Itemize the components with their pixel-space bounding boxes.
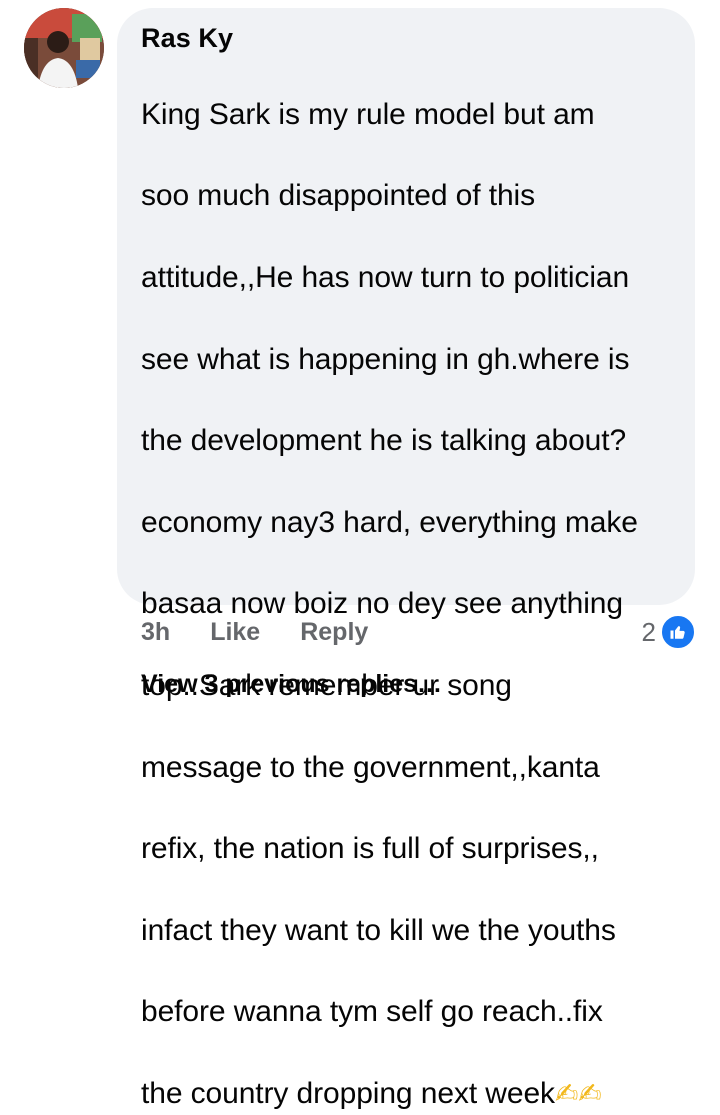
comment-actions: 3h Like Reply — [141, 618, 368, 647]
reaction-summary[interactable]: 2 — [642, 614, 696, 650]
comment-line: refix, the nation is full of surprises,, — [141, 832, 599, 866]
comment-line: basaa now boiz no dey see anything — [141, 587, 623, 621]
comment-line: economy nay3 hard, everything make — [141, 505, 638, 539]
reaction-count: 2 — [641, 616, 656, 647]
comment-line: the country dropping next week — [141, 1076, 555, 1110]
thumbs-up-icon — [660, 614, 696, 650]
comment-line: King Sark is my rule model but am — [141, 97, 595, 131]
like-button[interactable]: Like — [210, 618, 260, 647]
comment-timestamp[interactable]: 3h — [141, 618, 170, 647]
view-previous-replies-link[interactable]: View 3 previous replies… — [141, 670, 442, 699]
writing-hand-emoji-icon: ✍✍ — [554, 1077, 602, 1109]
comment-line: attitude,,He has now turn to politician — [141, 260, 630, 294]
comment-bubble: Ras Ky King Sark is my rule model but am… — [117, 8, 695, 1110]
comment-text: King Sark is my rule model but am soo mu… — [141, 54, 675, 1115]
comment-author[interactable]: Ras Ky — [141, 22, 675, 54]
comment-line: message to the government,,kanta — [141, 750, 600, 784]
reply-button[interactable]: Reply — [300, 618, 368, 647]
comment-line: infact they want to kill we the youths — [141, 913, 616, 947]
comment-line: see what is happening in gh.where is — [141, 342, 630, 376]
comment-line: before wanna tym self go reach..fix — [141, 995, 603, 1029]
avatar[interactable] — [24, 8, 104, 88]
comment-line: soo much disappointed of this — [141, 179, 536, 213]
comment-line: the development he is talking about? — [141, 424, 627, 458]
